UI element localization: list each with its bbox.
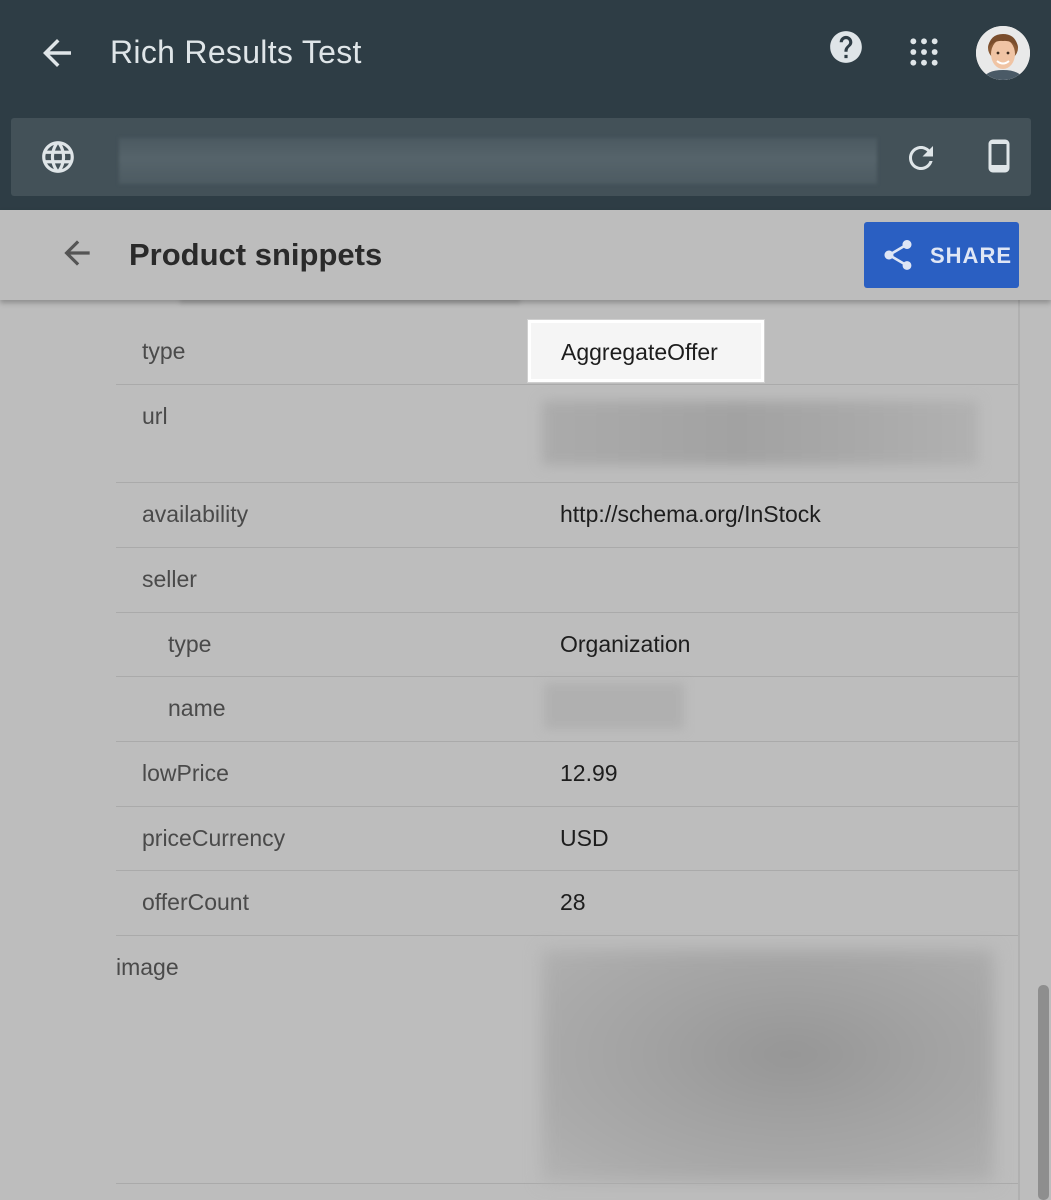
property-key: priceCurrency xyxy=(142,825,286,851)
list-item: lowPrice 12.99 xyxy=(116,742,1018,807)
app-bar-row: Rich Results Test xyxy=(0,0,1051,108)
app-bar: Rich Results Test xyxy=(0,0,1051,210)
property-key: image xyxy=(116,954,179,980)
list-item: image xyxy=(116,936,1018,1184)
scrollbar-thumb[interactable] xyxy=(1038,985,1049,1200)
list-item: seller xyxy=(116,548,1018,613)
list-item: availability http://schema.org/InStock xyxy=(116,483,1018,548)
highlighted-value: AggregateOffer xyxy=(528,320,764,382)
property-value: AggregateOffer xyxy=(561,339,718,365)
property-value: 12.99 xyxy=(560,760,618,786)
url-input[interactable] xyxy=(119,138,877,184)
property-key: offerCount xyxy=(142,889,249,915)
property-key: lowPrice xyxy=(142,760,229,786)
list-item: url xyxy=(116,385,1018,483)
property-list: type AggregateOffer url availability htt… xyxy=(0,300,1051,1200)
share-button[interactable]: SHARE xyxy=(864,222,1019,288)
property-key: url xyxy=(142,403,168,429)
cut-off-row-text xyxy=(180,300,520,304)
panel-divider xyxy=(1018,300,1020,1200)
property-key: availability xyxy=(142,501,249,527)
help-icon[interactable] xyxy=(827,28,865,66)
redacted-name-value xyxy=(544,683,684,729)
app-title: Rich Results Test xyxy=(110,34,362,70)
panel-header: Product snippets SHARE xyxy=(0,210,1051,300)
list-item: name xyxy=(116,677,1018,742)
globe-icon xyxy=(39,138,77,176)
property-key: name xyxy=(168,695,226,721)
share-icon xyxy=(880,237,916,273)
property-value: 28 xyxy=(560,889,586,915)
property-key: type xyxy=(142,338,186,364)
list-item: offerCount 28 xyxy=(116,871,1018,936)
url-bar xyxy=(11,118,1031,196)
mobile-device-icon[interactable] xyxy=(981,136,1017,176)
property-value: http://schema.org/InStock xyxy=(560,501,821,527)
list-item: type AggregateOffer xyxy=(116,320,1018,385)
property-key: seller xyxy=(142,566,197,592)
back-arrow-icon[interactable] xyxy=(58,234,96,272)
redacted-image-preview xyxy=(542,950,994,1182)
avatar[interactable] xyxy=(976,26,1030,80)
property-value: USD xyxy=(560,825,609,851)
share-label: SHARE xyxy=(930,243,1013,268)
apps-grid-icon[interactable] xyxy=(908,36,940,68)
panel-title: Product snippets xyxy=(129,237,383,272)
property-value: Organization xyxy=(560,631,691,657)
list-item: type Organization xyxy=(116,613,1018,677)
reload-icon[interactable] xyxy=(903,140,939,176)
list-item: priceCurrency USD xyxy=(116,807,1018,871)
property-key: type xyxy=(168,631,212,657)
back-arrow-icon[interactable] xyxy=(36,32,78,74)
redacted-url-value xyxy=(542,401,978,465)
